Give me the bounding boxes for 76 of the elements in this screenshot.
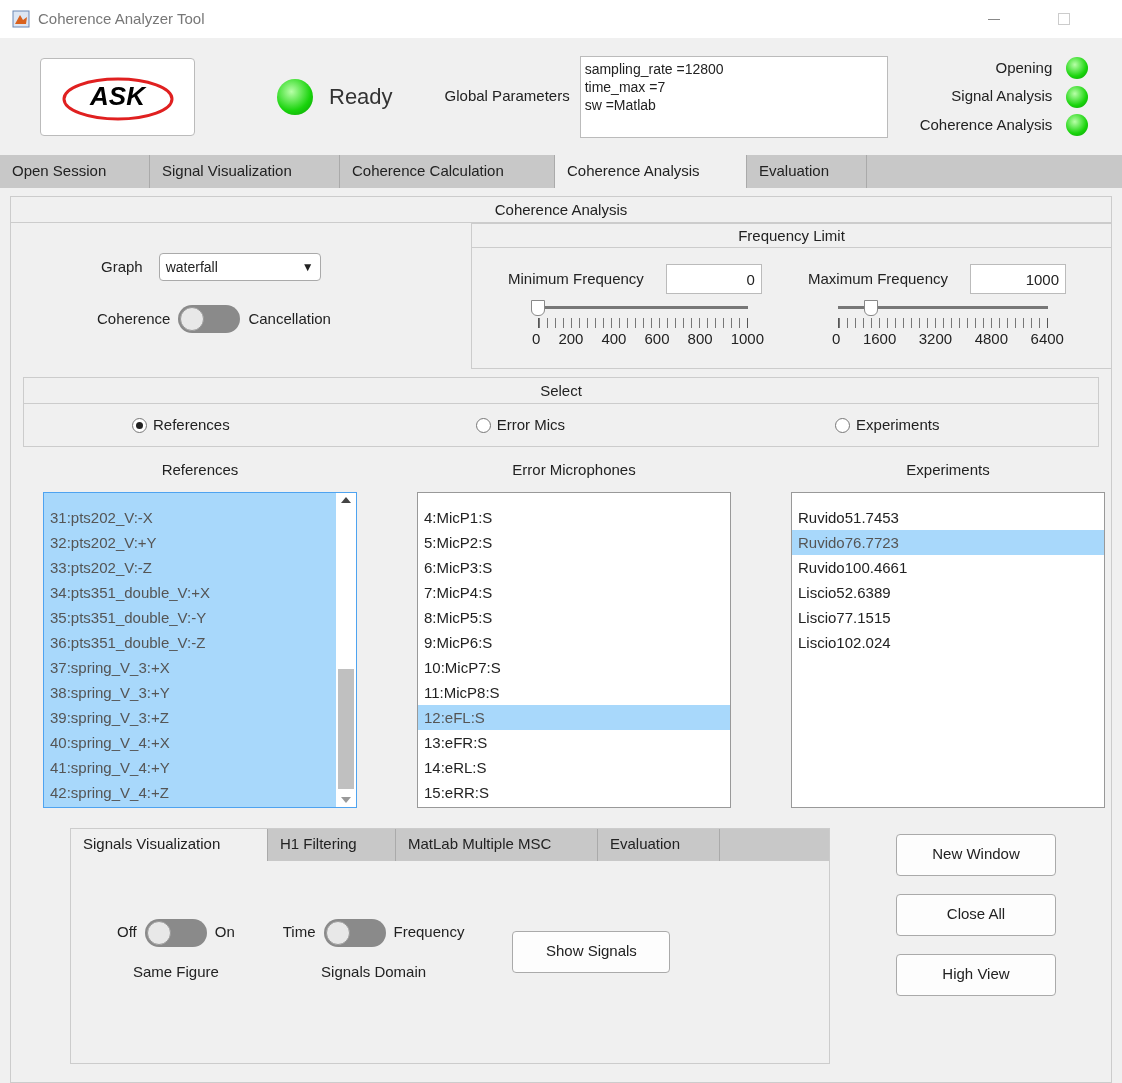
tick-label: 6400 [1030,329,1064,349]
list-item[interactable]: Ruvido51.7453 [792,504,1104,530]
list-item[interactable]: 11:MicP8:S [418,679,730,705]
list-title: Error Microphones [512,460,636,480]
panel-title: Coherence Analysis [11,197,1111,223]
frequency-field[interactable]: 1000 [970,264,1067,294]
list-item[interactable]: 15:eRR:S [418,779,730,805]
tick-label: 400 [601,329,627,349]
list-item[interactable]: Ruvido100.4661 [792,554,1104,580]
minimize-icon[interactable] [988,18,1000,20]
mode-left-label: Coherence [97,308,171,329]
toggle-switch[interactable] [144,918,207,947]
toggle-switch[interactable] [323,918,386,947]
app-icon [12,10,30,28]
switch-caption: Same Figure [132,961,219,982]
switch-left-label: Time [282,922,316,943]
frequency-limit-title: Frequency Limit [472,224,1111,248]
list-item[interactable]: 7:MicP4:S [418,579,730,605]
list-title: References [161,460,239,480]
global-parameters-box: sampling_rate =12800 time_max =7 sw =Matlab [579,55,888,138]
switch-right-label: On [214,922,235,943]
list-item[interactable]: 4:MicP1:S [418,504,730,530]
list-item[interactable]: 9:MicP6:S [418,629,730,655]
radio-label: References [153,414,230,435]
switch-left-label: Off [117,922,137,943]
tick-label: 4800 [974,329,1009,349]
tick-label: 1000 [730,329,764,349]
radio-label: Experiments [856,414,940,435]
list-item[interactable]: 10:MicP7:S [418,654,730,680]
indicator-label: Opening [995,57,1053,78]
logo: ASK [40,57,195,136]
switch-caption: Signals Domain [321,961,427,982]
mode-switch[interactable] [178,305,241,333]
side-button[interactable]: High View [896,953,1056,996]
frequency-field[interactable]: 0 [665,264,762,294]
status-text: Ready [329,83,393,111]
tick-label: 0 [532,329,541,349]
tick-label: 1600 [862,329,897,349]
indicator-label: Coherence Analysis [919,114,1053,135]
list-item[interactable]: Liscio52.6389 [792,579,1104,605]
switch-right-label: Frequency [393,922,465,943]
side-button[interactable]: Close All [896,893,1056,936]
list-item[interactable]: Liscio102.024 [792,629,1104,655]
radio-label: Error Mics [496,414,566,435]
graph-label: Graph [101,256,143,277]
list-item[interactable]: 12:eFL:S [418,704,730,730]
list-item[interactable]: 13:eFR:S [418,729,730,755]
tab[interactable]: Coherence Analysis [555,155,747,188]
global-parameters-label: Global Parameters [444,86,570,107]
tick-label: 0 [832,329,841,349]
tick-label: 200 [558,329,584,349]
side-button[interactable]: New Window [896,833,1056,876]
indicator-label: Signal Analysis [951,86,1053,107]
show-signals-button[interactable]: Show Signals [512,930,671,973]
frequency-label: Minimum Frequency [508,268,644,289]
radio-button[interactable] [132,417,147,433]
tick-label: 800 [687,329,713,349]
slider-thumb[interactable] [531,300,545,316]
mode-right-label: Cancellation [248,308,331,329]
list-item[interactable]: 8:MicP5:S [418,604,730,630]
list-item[interactable]: 6:MicP3:S [418,554,730,580]
tick-label: 600 [644,329,670,349]
radio-button[interactable] [475,417,491,433]
window-title: Coherence Analyzer Tool [38,8,205,29]
list-item[interactable]: 5:MicP2:S [418,529,730,555]
list-item[interactable]: 14:eRL:S [418,754,730,780]
tick-label: 3200 [918,329,953,349]
select-title: Select [24,378,1098,404]
list-item[interactable]: Liscio77.1515 [792,604,1104,630]
slider-thumb[interactable] [863,300,878,316]
frequency-label: Maximum Frequency [808,268,949,289]
radio-button[interactable] [835,417,851,433]
graph-dropdown[interactable]: waterfall ▼ [158,253,321,281]
list-title: Experiments [906,460,990,480]
list-item[interactable]: Ruvido76.7723 [792,529,1104,555]
tab[interactable]: Signals Visualization [71,828,268,861]
